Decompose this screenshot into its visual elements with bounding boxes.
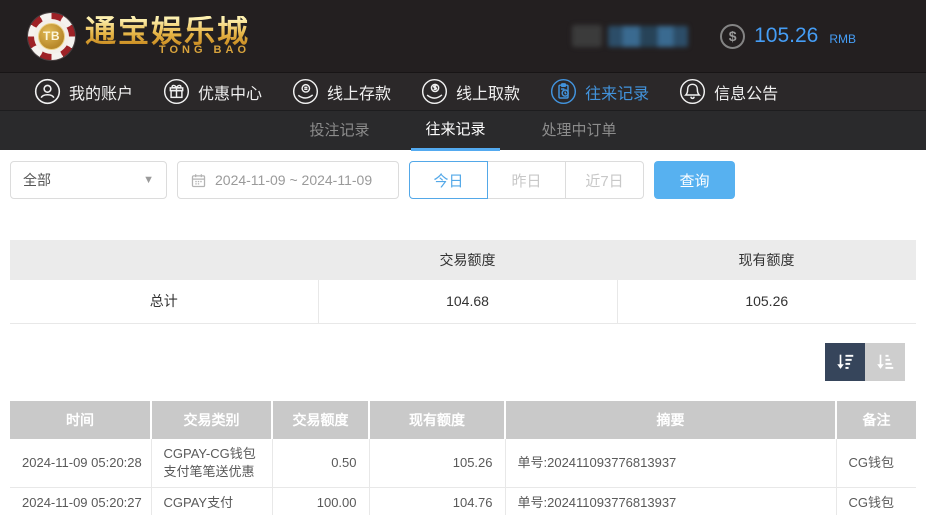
- summary-total-label: 总计: [10, 280, 319, 324]
- cell-balance: 104.76: [368, 487, 505, 515]
- cell-amount: 0.50: [271, 438, 369, 488]
- brand-text: 通宝娱乐城 TONG BAO: [85, 16, 250, 56]
- nav-label: 信息公告: [714, 85, 779, 103]
- cell-type: CGPAY-CG钱包支付笔笔送优惠: [150, 438, 272, 488]
- table-row: 2024-11-09 05:20:28 CGPAY-CG钱包支付笔笔送优惠 0.…: [10, 438, 916, 488]
- col-header-balance: 现有额度: [368, 400, 505, 439]
- bell-icon: [680, 78, 706, 105]
- summary-table: 交易额度 现有额度 总计 104.68 105.26: [10, 240, 916, 324]
- chevron-down-icon: ▼: [143, 174, 154, 186]
- casino-chip-icon: TB: [28, 12, 75, 60]
- nav-label: 我的账户: [69, 85, 134, 103]
- cell-time: 2024-11-09 05:20:27: [10, 487, 151, 515]
- main-navigation: 我的账户 优惠中心 线上存款 线上取款 往来记录 信息公告: [0, 72, 926, 110]
- nav-label: 往来记录: [585, 85, 650, 103]
- tab-pending-orders[interactable]: 处理中订单: [528, 111, 631, 151]
- tab-betting-records[interactable]: 投注记录: [295, 111, 383, 151]
- sort-descending-button[interactable]: [825, 342, 865, 381]
- summary-total-row: 总计 104.68 105.26: [10, 280, 916, 324]
- summary-total-transaction: 104.68: [317, 280, 617, 324]
- balance-currency: RMB: [829, 32, 856, 46]
- sort-amount-desc-icon: [837, 354, 854, 369]
- type-select[interactable]: 全部 ▼: [10, 161, 167, 199]
- nav-label: 线上存款: [327, 85, 392, 103]
- gift-icon: [163, 78, 190, 105]
- nav-item-deposit[interactable]: 线上存款: [292, 73, 391, 111]
- record-subtabs: 投注记录 往来记录 处理中订单: [0, 110, 926, 151]
- cell-summary: 单号:202411093776813937: [504, 487, 836, 515]
- quick-range-group: 今日 昨日 近7日: [409, 161, 644, 199]
- col-header-time: 时间: [10, 400, 151, 439]
- brand-logo[interactable]: TB 通宝娱乐城 TONG BAO: [28, 12, 250, 60]
- date-range-value: 2024-11-09 ~ 2024-11-09: [215, 172, 373, 188]
- nav-item-promotions[interactable]: 优惠中心: [163, 73, 262, 111]
- date-range-input[interactable]: 2024-11-09 ~ 2024-11-09: [177, 161, 399, 199]
- summary-header-balance: 现有额度: [617, 240, 916, 280]
- balance-display[interactable]: $ 105.26 RMB: [720, 23, 856, 49]
- nav-item-transaction-records[interactable]: 往来记录: [550, 73, 649, 111]
- sort-amount-asc-icon: [877, 354, 894, 369]
- summary-header-empty: [10, 240, 319, 280]
- dollar-circle-icon: $: [720, 23, 746, 49]
- quick-range-today[interactable]: 今日: [409, 161, 488, 199]
- cell-type: CGPAY支付: [150, 487, 272, 515]
- user-name-blur: [608, 25, 689, 47]
- topbar-right: $ 105.26 RMB: [572, 23, 902, 49]
- chip-tb-label: TB: [38, 22, 65, 50]
- sort-controls: [10, 342, 905, 381]
- withdraw-hand-coin-icon: [422, 78, 448, 105]
- nav-label: 线上取款: [456, 85, 521, 103]
- summary-total-balance: 105.26: [616, 280, 916, 324]
- top-header: TB 通宝娱乐城 TONG BAO $ 105.26 RMB: [0, 0, 926, 72]
- cell-balance: 105.26: [368, 438, 505, 488]
- sort-ascending-button[interactable]: [865, 342, 905, 381]
- type-select-value: 全部: [23, 172, 51, 188]
- records-clipboard-icon: [551, 78, 577, 105]
- cell-amount: 100.00: [271, 487, 369, 515]
- col-header-remark: 备注: [835, 400, 916, 439]
- search-button[interactable]: 查询: [654, 161, 735, 199]
- nav-item-withdraw[interactable]: 线上取款: [421, 73, 520, 111]
- user-avatar-blur: [572, 25, 603, 47]
- user-icon: [34, 78, 61, 105]
- filter-bar: 全部 ▼ 2024-11-09 ~ 2024-11-09 今日 昨日 近7日 查…: [10, 161, 916, 199]
- col-header-amount: 交易额度: [271, 400, 369, 439]
- brand-name-en: TONG BAO: [158, 44, 250, 56]
- nav-label: 优惠中心: [198, 85, 263, 103]
- cell-remark: CG钱包: [835, 487, 916, 515]
- quick-range-last7days[interactable]: 近7日: [565, 161, 644, 199]
- summary-header-row: 交易额度 现有额度: [10, 240, 916, 280]
- cell-summary: 单号:202411093776813937: [504, 438, 836, 488]
- quick-range-yesterday[interactable]: 昨日: [487, 161, 566, 199]
- cell-time: 2024-11-09 05:20:28: [10, 438, 151, 488]
- records-table: 时间 交易类别 交易额度 现有额度 摘要 备注 2024-11-09 05:20…: [10, 400, 916, 515]
- username-redacted: [572, 25, 689, 47]
- calendar-icon: [191, 173, 206, 187]
- nav-item-announcements[interactable]: 信息公告: [679, 73, 778, 111]
- cell-remark: CG钱包: [835, 438, 916, 488]
- balance-amount: 105.26: [754, 24, 819, 47]
- tab-transaction-records[interactable]: 往来记录: [411, 111, 500, 151]
- table-row: 2024-11-09 05:20:27 CGPAY支付 100.00 104.7…: [10, 487, 916, 515]
- col-header-summary: 摘要: [504, 400, 836, 439]
- records-header-row: 时间 交易类别 交易额度 现有额度 摘要 备注: [10, 400, 916, 439]
- col-header-type: 交易类别: [150, 400, 272, 439]
- deposit-hand-coin-icon: [292, 78, 319, 105]
- nav-item-my-account[interactable]: 我的账户: [34, 73, 133, 111]
- summary-header-transaction: 交易额度: [318, 240, 617, 280]
- brand-name-cn: 通宝娱乐城: [85, 14, 250, 49]
